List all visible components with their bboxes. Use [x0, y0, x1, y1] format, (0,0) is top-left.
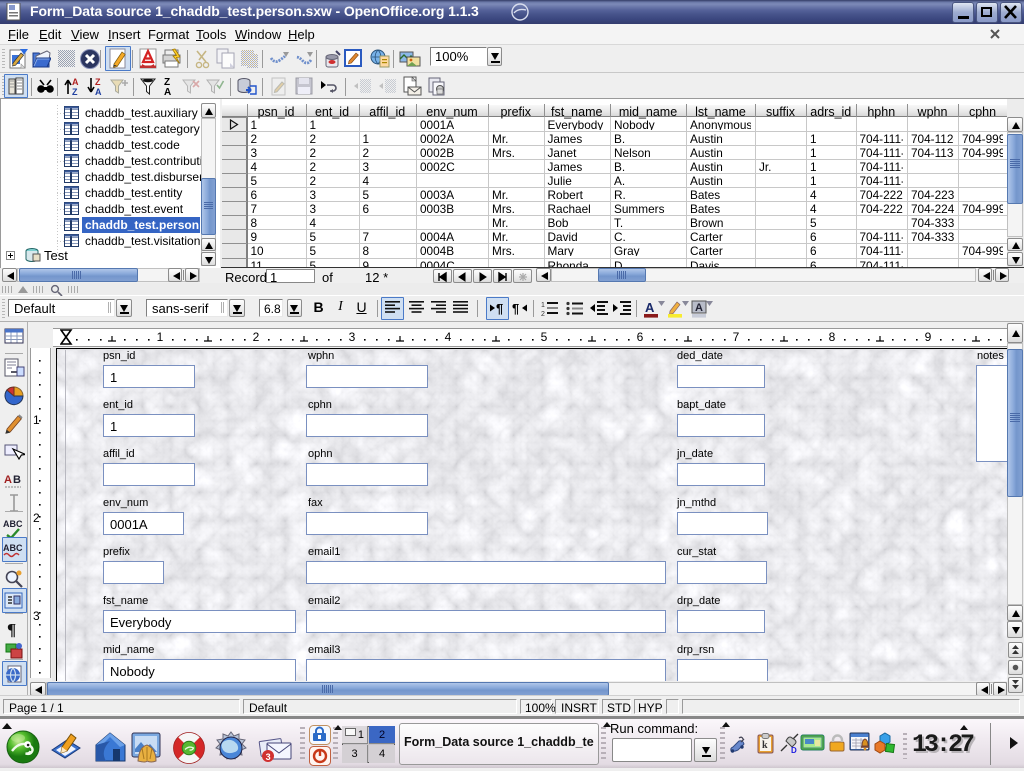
svg-text:1: 1: [541, 302, 545, 309]
svg-text:A: A: [95, 87, 102, 96]
svg-text:Z: Z: [72, 87, 78, 96]
svg-text:A: A: [72, 77, 79, 87]
svg-text:ABC: ABC: [3, 543, 23, 553]
svg-text:A: A: [4, 474, 12, 486]
svg-text:¶: ¶: [7, 620, 16, 639]
svg-text:¶: ¶: [512, 301, 519, 316]
svg-text:ABC: ABC: [3, 519, 23, 529]
svg-text:A: A: [164, 87, 171, 96]
svg-text:k: k: [762, 740, 768, 751]
svg-text:A: A: [695, 302, 703, 314]
svg-text:B: B: [13, 474, 21, 486]
svg-text:D: D: [791, 746, 797, 754]
svg-text:Z: Z: [95, 77, 101, 87]
svg-text:3: 3: [266, 752, 271, 762]
svg-text:¶: ¶: [496, 301, 503, 316]
svg-text:2: 2: [541, 311, 545, 317]
svg-text:A: A: [645, 300, 655, 315]
